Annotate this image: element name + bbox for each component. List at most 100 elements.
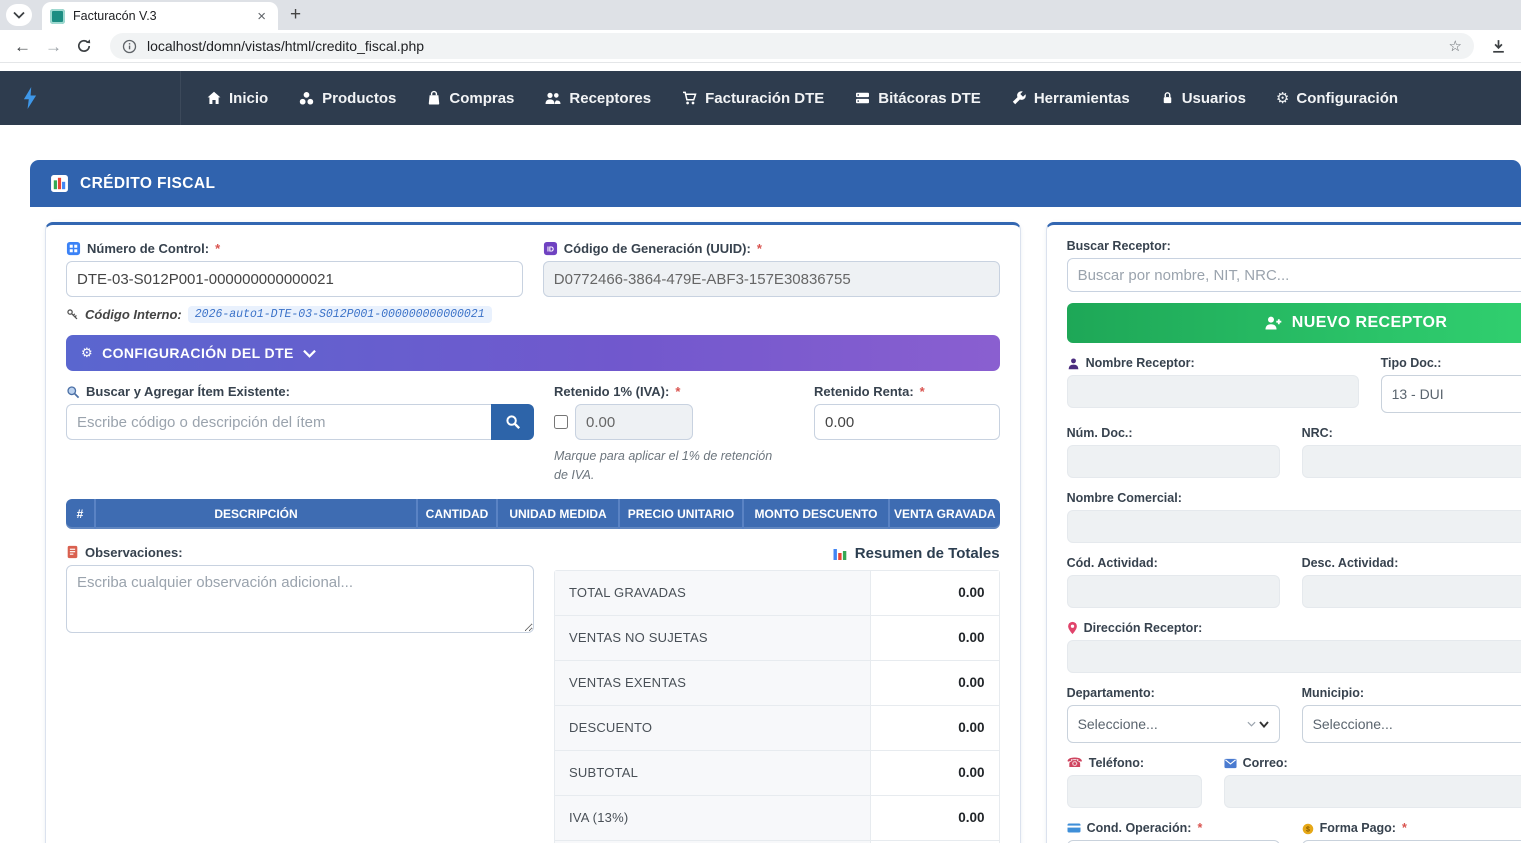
control-number-icon (66, 241, 81, 256)
total-row: VENTAS EXENTAS0.00 (555, 661, 999, 706)
back-icon[interactable]: ← (14, 38, 31, 55)
app-brand[interactable] (0, 71, 181, 125)
observaciones-textarea[interactable] (66, 565, 534, 633)
gear-icon: ⚙ (81, 347, 93, 360)
info-icon[interactable] (122, 39, 137, 54)
total-row: VENTAS NO SUJETAS0.00 (555, 616, 999, 661)
col-monto-descuento: MONTO DESCUENTO (744, 499, 890, 529)
app-navbar: Inicio Productos Compras Receptores Fact… (0, 71, 1521, 125)
cart-icon (681, 90, 698, 106)
chevron-down-icon (13, 11, 25, 19)
total-row: IVA (13%)0.00 (555, 796, 999, 841)
tab-title: Facturacón V.3 (73, 9, 245, 23)
tipo-doc-select[interactable]: 13 - DUI (1381, 375, 1521, 413)
observaciones-label: Observaciones: (85, 545, 183, 560)
new-tab-button[interactable]: + (290, 4, 301, 26)
correo-input[interactable] (1224, 775, 1521, 808)
nav-item-productos[interactable]: Productos (298, 90, 396, 107)
nav-item-compras[interactable]: Compras (426, 90, 514, 107)
nombre-receptor-field: Nombre Receptor: (1067, 356, 1359, 413)
browser-toolbar: ← → localhost/domn/vistas/html/credito_f… (0, 30, 1521, 63)
chevron-down-icon (1259, 721, 1269, 728)
desc-actividad-input[interactable] (1302, 575, 1521, 608)
num-doc-input[interactable] (1067, 445, 1280, 478)
id-badge-icon: ID (543, 241, 558, 256)
direccion-field: Dirección Receptor: (1067, 621, 1521, 673)
col-num: # (66, 499, 96, 529)
buscar-receptor-input[interactable] (1067, 258, 1521, 292)
uuid-field: ID Código de Generación (UUID): * (543, 241, 1000, 297)
correo-field: Correo: (1224, 756, 1521, 808)
svg-text:$: $ (1306, 826, 1310, 833)
user-icon (1067, 357, 1080, 370)
nav-item-configuracion[interactable]: ⚙ Configuración (1276, 90, 1398, 107)
cod-actividad-field: Cód. Actividad: (1067, 556, 1280, 608)
numero-control-field: Número de Control: * (66, 241, 523, 297)
retenido-iva-input[interactable] (575, 404, 693, 440)
uuid-label: Código de Generación (UUID): (564, 241, 751, 256)
home-icon (206, 90, 222, 106)
svg-text:ID: ID (547, 247, 554, 254)
nombre-comercial-input[interactable] (1067, 510, 1521, 543)
nav-item-inicio[interactable]: Inicio (206, 90, 268, 107)
retenido-renta-input[interactable] (814, 404, 1000, 440)
nav-item-bitacoras-dte[interactable]: Bitácoras DTE (854, 90, 981, 107)
forward-icon[interactable]: → (45, 38, 62, 55)
users-icon (544, 90, 562, 106)
retenido-renta-field: Retenido Renta: * (814, 384, 1000, 485)
total-row: DESCUENTO0.00 (555, 706, 999, 751)
departamento-select[interactable]: Seleccione... (1067, 705, 1280, 743)
uuid-input[interactable] (543, 261, 1000, 297)
reload-icon[interactable] (76, 38, 92, 54)
nuevo-receptor-button[interactable]: NUEVO RECEPTOR (1067, 303, 1521, 343)
bar-chart-icon (832, 546, 848, 561)
nav-item-herramientas[interactable]: Herramientas (1011, 90, 1130, 107)
nrc-input[interactable] (1302, 445, 1521, 478)
browser-tab[interactable]: Facturacón V.3 × (42, 2, 278, 30)
municipio-select[interactable]: Seleccione... (1302, 705, 1521, 743)
col-unidad-medida: UNIDAD MEDIDA (498, 499, 620, 529)
retenido-iva-checkbox[interactable] (554, 415, 568, 429)
search-icon (66, 385, 80, 399)
config-dte-toggle[interactable]: ⚙ CONFIGURACIÓN DEL DTE (66, 335, 1000, 371)
url-text[interactable]: localhost/domn/vistas/html/credito_fisca… (147, 38, 1439, 54)
total-row: TOTAL GRAVADAS0.00 (555, 571, 999, 616)
address-bar[interactable]: localhost/domn/vistas/html/credito_fisca… (110, 33, 1474, 59)
close-icon[interactable]: × (253, 8, 270, 25)
desc-actividad-field: Desc. Actividad: (1302, 556, 1521, 608)
totales-table: TOTAL GRAVADAS0.00 VENTAS NO SUJETAS0.00… (554, 570, 1000, 843)
direccion-input[interactable] (1067, 640, 1521, 673)
cod-actividad-input[interactable] (1067, 575, 1280, 608)
buscar-item-label: Buscar y Agregar Ítem Existente: (86, 384, 290, 399)
codigo-interno-label: Código Interno: (85, 307, 182, 322)
nombre-comercial-field: Nombre Comercial: (1067, 491, 1521, 543)
numero-control-input[interactable] (66, 261, 523, 297)
nombre-receptor-input[interactable] (1067, 375, 1359, 408)
browser-tab-strip: Facturacón V.3 × + (0, 0, 1521, 30)
nrc-field: NRC: (1302, 426, 1521, 478)
bookmark-star-icon[interactable]: ☆ (1449, 37, 1462, 55)
tab-search-button[interactable] (6, 4, 32, 26)
nav-item-facturacion-dte[interactable]: Facturación DTE (681, 90, 824, 107)
nav-item-usuarios[interactable]: Usuarios (1160, 90, 1246, 107)
key-icon (66, 308, 79, 321)
lock-icon (1160, 90, 1175, 106)
items-table-header: # DESCRIPCIÓN CANTIDAD UNIDAD MEDIDA PRE… (66, 499, 1000, 529)
shopping-bag-icon (426, 90, 442, 106)
tipo-doc-field: Tipo Doc.: 13 - DUI (1381, 356, 1521, 413)
codigo-interno: Código Interno: 2026-auto1-DTE-03-S012P0… (66, 306, 1000, 323)
money-icon: $ (1302, 822, 1314, 835)
buscar-item-input[interactable] (66, 404, 491, 440)
chevron-down-icon (1247, 721, 1256, 727)
config-dte-title: CONFIGURACIÓN DEL DTE (102, 345, 294, 361)
totales-panel: Resumen de Totales TOTAL GRAVADAS0.00 VE… (554, 545, 1000, 843)
receptor-card: Buscar Receptor: NUEVO RECEPTOR Nombre R… (1046, 222, 1521, 843)
search-button[interactable] (491, 404, 534, 440)
download-icon[interactable] (1490, 38, 1507, 55)
numero-control-label: Número de Control: (87, 241, 209, 256)
total-row: SUBTOTAL0.00 (555, 751, 999, 796)
telefono-input[interactable] (1067, 775, 1202, 808)
gear-icon: ⚙ (1276, 91, 1289, 106)
nav-item-receptores[interactable]: Receptores (544, 90, 651, 107)
totales-title: Resumen de Totales (855, 545, 1000, 562)
